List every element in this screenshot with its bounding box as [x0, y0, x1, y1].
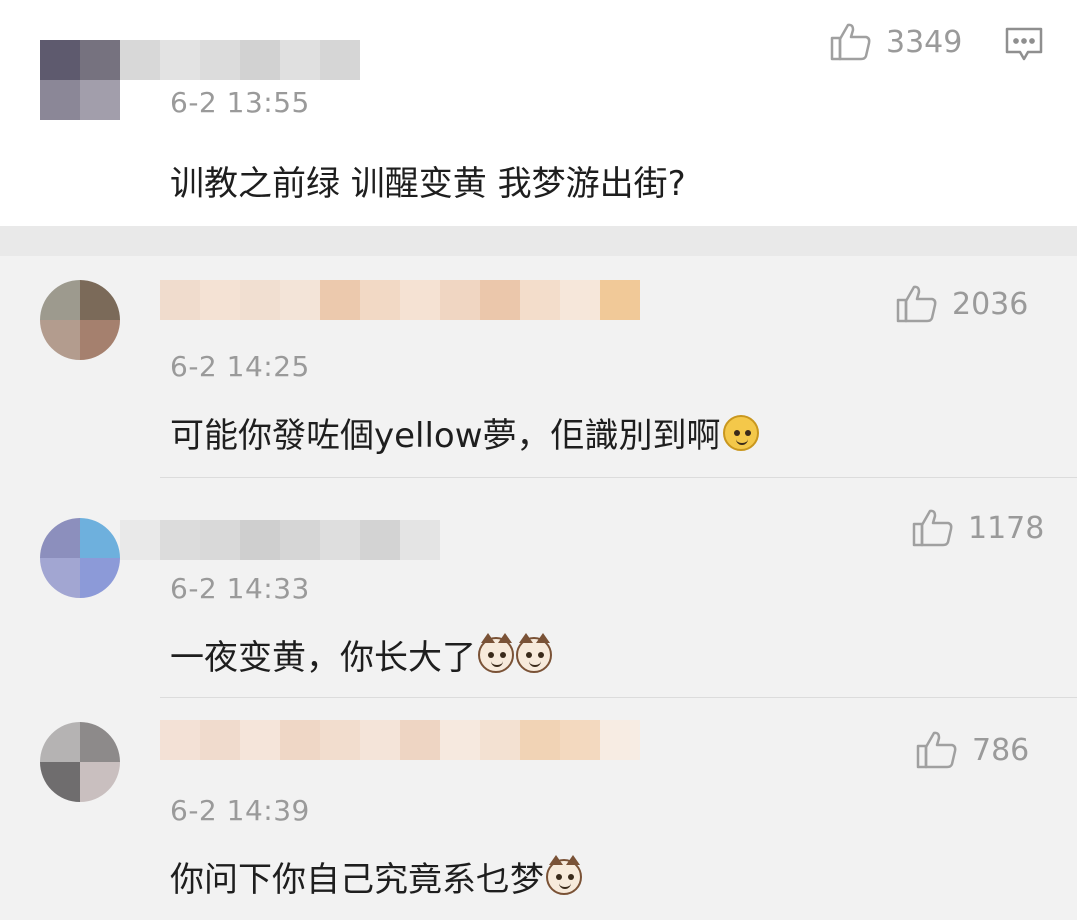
cat-emoji — [516, 632, 552, 673]
avatar[interactable] — [40, 722, 120, 802]
like-count: 786 — [972, 732, 1030, 768]
comment-body: 一夜变黄，你长大了 — [170, 630, 552, 679]
avatar[interactable] — [40, 518, 120, 598]
like-button[interactable]: 1178 — [912, 508, 1044, 548]
main-comment: 6-2 13:55 3349 训教之前绿 训醒变黄 我梦游出街? — [0, 0, 1077, 226]
username-blurred[interactable] — [120, 520, 440, 560]
row-divider — [160, 477, 1077, 478]
username-blurred[interactable] — [160, 280, 640, 320]
thumbs-up-icon — [916, 730, 958, 770]
comment-text: 你问下你自己究竟系乜梦 — [170, 860, 544, 900]
comment-text: 训教之前绿 训醒变黄 我梦游出街? — [170, 164, 686, 204]
doge-emoji — [722, 414, 759, 451]
thumbs-up-icon — [896, 284, 938, 324]
comment-text: 可能你發咗個yellow夢，佢識別到啊 — [170, 416, 721, 456]
comment-timestamp: 6-2 13:55 — [170, 86, 310, 119]
section-divider — [0, 226, 1077, 256]
comment-bubble-icon — [1004, 27, 1044, 68]
cat-emoji — [546, 854, 582, 895]
reply-button[interactable] — [1004, 26, 1044, 68]
avatar[interactable] — [40, 280, 120, 360]
comment-timestamp: 6-2 14:25 — [170, 350, 310, 383]
username-blurred[interactable] — [120, 40, 360, 80]
comment-body: 可能你發咗個yellow夢，佢識別到啊 — [170, 408, 759, 457]
avatar[interactable] — [40, 40, 120, 120]
cat-emoji — [478, 632, 514, 673]
comment-timestamp: 6-2 14:39 — [170, 794, 310, 827]
reply-list: 6-2 14:25 2036 可能你發咗個yellow夢，佢識別到啊 6-2 1… — [0, 256, 1077, 920]
like-count: 2036 — [952, 286, 1029, 322]
thumbs-up-icon — [830, 22, 872, 62]
comment-text: 一夜变黄，你长大了 — [170, 638, 476, 678]
like-count: 1178 — [968, 510, 1045, 546]
like-count: 3349 — [886, 24, 963, 60]
thumbs-up-icon — [912, 508, 954, 548]
like-button[interactable]: 786 — [916, 730, 1029, 770]
comment-timestamp: 6-2 14:33 — [170, 572, 310, 605]
row-divider — [160, 697, 1077, 698]
like-button[interactable]: 2036 — [896, 284, 1028, 324]
username-blurred[interactable] — [160, 720, 640, 760]
comment-body: 你问下你自己究竟系乜梦 — [170, 852, 582, 901]
like-button[interactable]: 3349 — [830, 22, 962, 62]
